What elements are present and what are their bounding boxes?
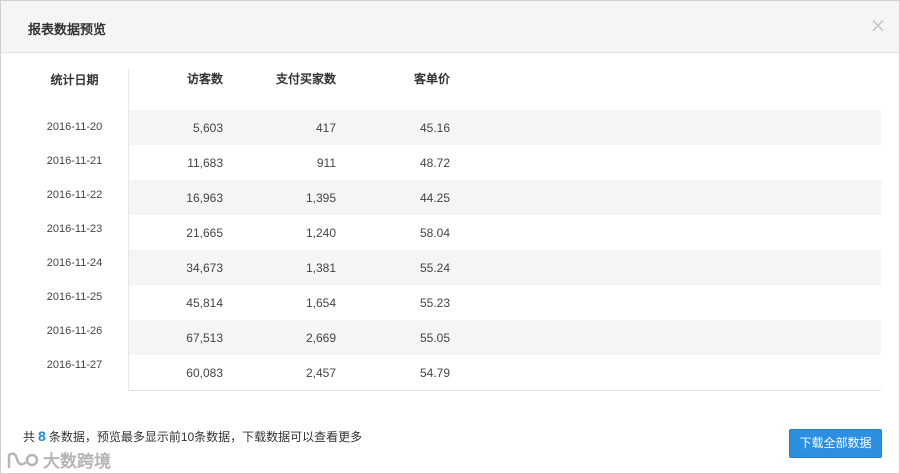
buyers-cell: 2,669 — [305, 331, 336, 345]
date-cell: 2016-11-22 — [46, 189, 103, 201]
report-preview-dialog: 报表数据预览 × 统计日期 2016-11-20 2016-11-21 2016… — [0, 0, 900, 474]
table-row: 21,665 1,240 58.04 — [129, 215, 881, 250]
table-row: 11,683 911 48.72 — [129, 145, 881, 180]
dialog-title: 报表数据预览 — [28, 22, 107, 37]
buyers-cell: 1,381 — [305, 261, 336, 275]
table-row: 45,814 1,654 55.23 — [129, 285, 881, 320]
column-header-buyers: 支付买家数 — [275, 72, 336, 86]
watermark: 大数跨境 — [5, 447, 111, 472]
buyers-cell: 1,395 — [305, 191, 336, 205]
watermark-logo-icon — [7, 451, 39, 468]
avg-price-cell: 58.04 — [419, 226, 450, 240]
dialog-header: 报表数据预览 × — [1, 1, 899, 53]
visitors-cell: 11,683 — [187, 156, 223, 170]
avg-price-cell: 45.16 — [419, 121, 450, 135]
visitors-cell: 45,814 — [186, 296, 223, 310]
avg-price-cell: 44.25 — [419, 191, 450, 205]
table-row: 67,513 2,669 55.05 — [129, 320, 881, 355]
date-cell: 2016-11-25 — [46, 291, 103, 303]
date-cell: 2016-11-21 — [46, 155, 103, 167]
column-header-visitors: 访客数 — [186, 72, 223, 86]
table-row: 16,963 1,395 44.25 — [129, 180, 881, 215]
date-cell: 2016-11-24 — [46, 257, 103, 269]
buyers-cell: 911 — [316, 156, 336, 170]
avg-price-cell: 54.79 — [419, 366, 450, 380]
data-table: 访客数 支付买家数 客单价 5,603 417 45.16 11,683 911… — [129, 53, 881, 393]
table-row: 34,673 1,381 55.24 — [129, 250, 881, 285]
date-cell: 2016-11-26 — [46, 325, 103, 337]
buyers-cell: 417 — [315, 121, 336, 135]
close-icon[interactable]: × — [867, 14, 889, 36]
count-prefix: 共 — [23, 430, 36, 444]
count-suffix: 条数据，预览最多显示前10条数据，下载数据可以查看更多 — [48, 430, 363, 444]
buyers-cell: 2,457 — [305, 366, 336, 380]
avg-price-cell: 55.23 — [419, 296, 450, 310]
avg-price-cell: 55.05 — [419, 331, 450, 345]
buyers-cell: 1,240 — [305, 226, 336, 240]
date-cell: 2016-11-23 — [46, 223, 103, 235]
table-row: 5,603 417 45.16 — [129, 110, 881, 145]
download-all-button[interactable]: 下载全部数据 — [789, 429, 882, 458]
record-count-info: 共 8 条数据，预览最多显示前10条数据，下载数据可以查看更多 — [23, 428, 362, 445]
table-row: 60,083 2,457 54.79 — [129, 355, 881, 390]
watermark-text: 大数跨境 — [43, 452, 111, 471]
table-bottom-border — [129, 390, 881, 391]
visitors-cell: 34,673 — [186, 261, 223, 275]
visitors-cell: 21,665 — [186, 226, 223, 240]
date-cell: 2016-11-20 — [46, 121, 103, 133]
date-cell: 2016-11-27 — [46, 359, 103, 371]
column-header-avg-price: 客单价 — [413, 72, 450, 86]
avg-price-cell: 48.72 — [419, 156, 450, 170]
visitors-cell: 5,603 — [192, 121, 223, 135]
visitors-cell: 67,513 — [186, 331, 223, 345]
record-count: 8 — [38, 428, 46, 444]
avg-price-cell: 55.24 — [419, 261, 450, 275]
column-header-date: 统计日期 — [50, 73, 99, 87]
visitors-cell: 60,083 — [186, 366, 223, 380]
buyers-cell: 1,654 — [305, 296, 336, 310]
visitors-cell: 16,963 — [186, 191, 223, 205]
